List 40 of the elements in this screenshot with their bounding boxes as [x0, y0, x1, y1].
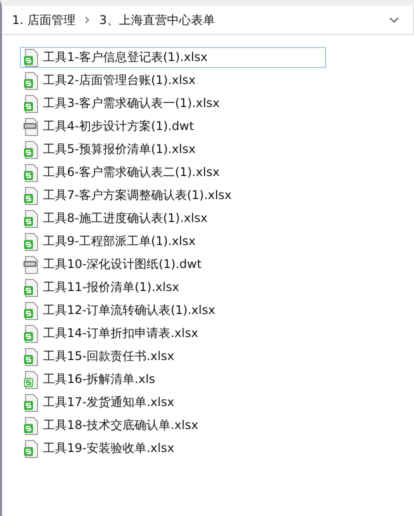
file-item[interactable]: 工具9-工程部派工单(1).xlsx	[20, 231, 326, 252]
spreadsheet-file-icon	[23, 348, 39, 366]
drawing-file-icon	[23, 118, 39, 136]
chevron-down-icon[interactable]	[389, 17, 399, 23]
file-item[interactable]: 工具12-订单流转确认表(1).xlsx	[20, 300, 326, 321]
spreadsheet-file-icon	[23, 416, 39, 434]
spreadsheet-file-icon	[23, 164, 39, 182]
spreadsheet-file-icon	[23, 140, 39, 158]
file-item[interactable]: 工具7-客户方案调整确认表(1).xlsx	[20, 185, 326, 206]
spreadsheet-file-icon	[23, 324, 39, 342]
file-item[interactable]: 工具6-客户需求确认表二(1).xlsx	[20, 162, 326, 183]
spreadsheet-file-icon	[23, 210, 39, 228]
spreadsheet-file-icon	[23, 94, 39, 112]
spreadsheet-file-icon	[23, 72, 39, 90]
spreadsheet-file-icon	[23, 302, 39, 320]
file-item[interactable]: 工具14-订单折扣申请表.xlsx	[20, 323, 326, 344]
file-item[interactable]: 工具5-预算报价清单(1).xlsx	[20, 139, 326, 160]
file-item[interactable]: 工具10-深化设计图纸(1).dwt	[20, 254, 326, 275]
spreadsheet-file-icon	[23, 48, 39, 66]
file-item[interactable]: 工具2-店面管理台账(1).xlsx	[20, 70, 326, 91]
file-item[interactable]: 工具16-拆解清单.xls	[20, 369, 326, 390]
file-item[interactable]: 工具17-发货通知单.xlsx	[20, 392, 326, 413]
breadcrumb-item[interactable]: 1. 店面管理	[12, 12, 76, 28]
spreadsheet-file-icon	[23, 186, 39, 204]
file-item[interactable]: 工具4-初步设计方案(1).dwt	[20, 116, 326, 137]
spreadsheet-file-icon	[23, 232, 39, 250]
file-item[interactable]: 工具1-客户信息登记表(1).xlsx	[20, 47, 326, 68]
breadcrumb-item[interactable]: 3、上海直营中心表单	[99, 12, 215, 28]
spreadsheet-file-icon	[23, 278, 39, 296]
spreadsheet-file-icon	[23, 370, 39, 388]
file-item[interactable]: 工具11-报价清单(1).xlsx	[20, 277, 326, 298]
file-item[interactable]: 工具3-客户需求确认表一(1).xlsx	[20, 93, 326, 114]
spreadsheet-file-icon	[23, 394, 39, 412]
file-item[interactable]: 工具15-回款责任书.xlsx	[20, 346, 326, 367]
drawing-file-icon	[23, 256, 39, 274]
file-item[interactable]: 工具8-施工进度确认表(1).xlsx	[20, 208, 326, 229]
spreadsheet-file-icon	[23, 440, 39, 458]
file-item[interactable]: 工具18-技术交底确认单.xlsx	[20, 415, 326, 436]
chevron-right-icon	[83, 16, 92, 24]
file-item[interactable]: 工具19-安装验收单.xlsx	[20, 438, 326, 459]
